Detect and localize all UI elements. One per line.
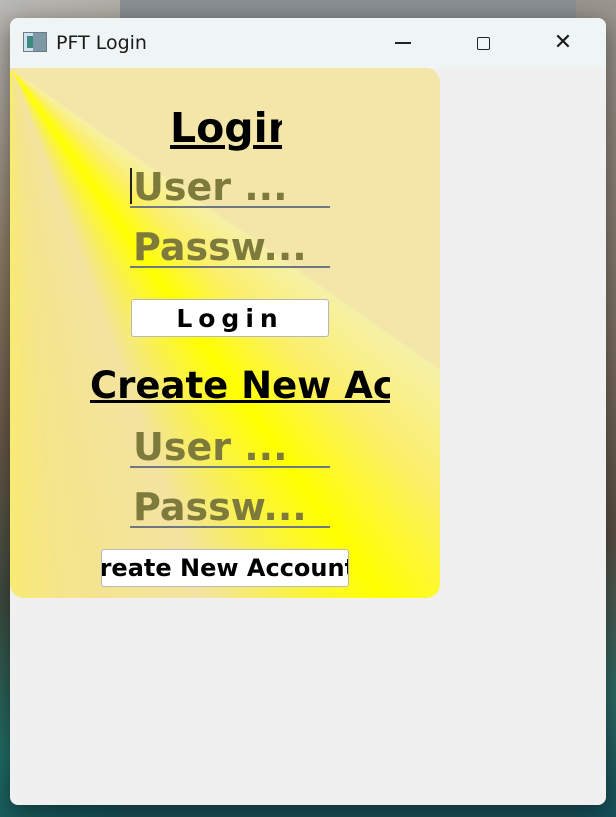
create-account-button-label: Create New Account: [101, 554, 349, 582]
create-account-button[interactable]: Create New Account: [101, 549, 349, 587]
create-username-placeholder: User ...: [133, 426, 288, 468]
title-bar[interactable]: PFT Login ✕: [10, 18, 606, 68]
login-button[interactable]: Login: [131, 299, 329, 337]
login-username-field[interactable]: User ...: [130, 166, 330, 208]
login-username-placeholder: User ...: [133, 166, 288, 208]
create-password-field[interactable]: Passw...: [130, 486, 330, 528]
create-account-heading: Create New Account: [90, 364, 390, 407]
minimize-button[interactable]: [363, 18, 443, 68]
login-password-placeholder: Passw...: [133, 226, 307, 268]
login-panel: Login User ... Passw... Login Create New…: [10, 68, 440, 598]
login-heading: Login: [170, 104, 282, 152]
login-button-label: Login: [176, 303, 284, 333]
login-password-field[interactable]: Passw...: [130, 226, 330, 268]
maximize-icon: [476, 36, 490, 50]
create-password-placeholder: Passw...: [133, 486, 307, 528]
text-caret: [130, 168, 132, 204]
maximize-button[interactable]: [443, 18, 523, 68]
window-title: PFT Login: [56, 32, 147, 54]
close-icon: ✕: [553, 30, 573, 55]
close-button[interactable]: ✕: [523, 18, 603, 68]
minimize-icon: [395, 42, 411, 44]
login-window: PFT Login ✕ Login User ... Passw... Logi…: [10, 18, 606, 805]
create-username-field[interactable]: User ...: [130, 426, 330, 468]
app-window-icon: [23, 32, 47, 52]
